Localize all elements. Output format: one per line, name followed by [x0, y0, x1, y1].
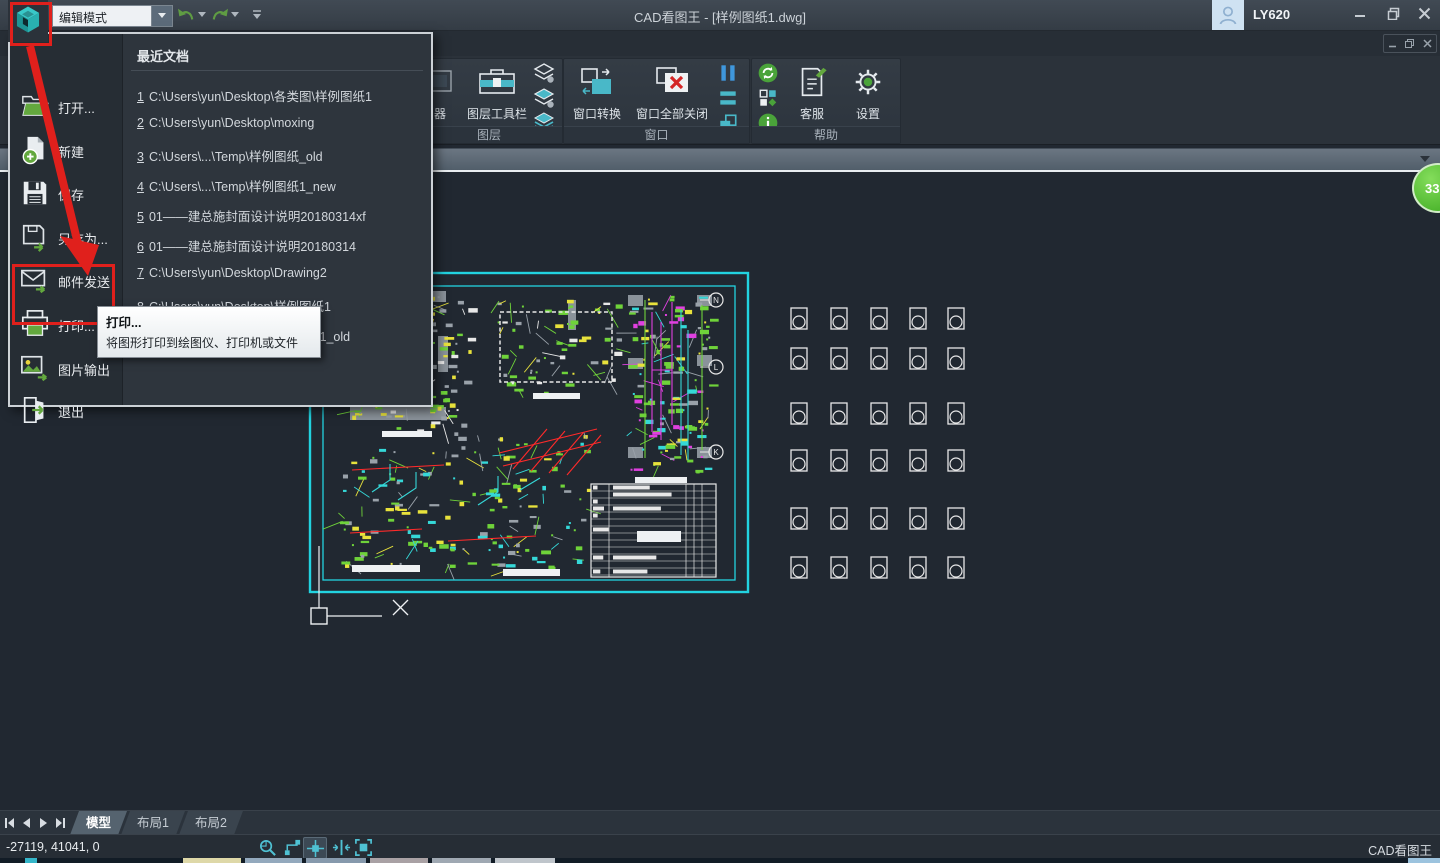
tab-model[interactable]: 模型	[70, 811, 127, 835]
edit-mode-combo[interactable]: 编辑模式	[52, 5, 173, 27]
customer-service-button[interactable]: 客服	[786, 61, 838, 125]
logo-highlight-box	[10, 2, 52, 46]
window-switch-icon	[577, 61, 617, 103]
svg-text:L: L	[714, 363, 719, 372]
snap-tool-icon[interactable]	[330, 837, 352, 857]
layer-toolbar-button[interactable]: 图层工具栏	[462, 61, 532, 125]
close-button[interactable]	[1410, 0, 1438, 26]
taskbar-window-segment	[245, 858, 302, 863]
print-tooltip: 打印... 将图形打印到绘图仪、打印机或文件	[97, 306, 321, 358]
undo-button[interactable]	[176, 7, 196, 23]
minimize-button[interactable]	[1346, 0, 1374, 26]
taskbar-window-segment	[495, 858, 555, 863]
redo-button[interactable]	[210, 7, 230, 23]
recent-doc-item[interactable]: 501——建总施封面设计说明20180314xf	[137, 206, 366, 226]
layer-toolbar-icon	[477, 61, 517, 103]
support-doc-icon	[795, 61, 829, 103]
title-bar: CAD看图王 - [样例图纸1.dwg] 编辑模式 LY620	[0, 0, 1440, 31]
tooltip-description: 将图形打印到绘图仪、打印机或文件	[106, 334, 312, 351]
settings-button[interactable]: 设置	[842, 61, 894, 125]
customize-toolbar-icon[interactable]	[250, 7, 264, 23]
image-export-icon	[20, 353, 52, 385]
zoom-extents-icon[interactable]	[352, 837, 374, 857]
tab-layout1[interactable]: 布局1	[121, 811, 185, 835]
chevron-down-icon[interactable]	[1420, 156, 1430, 163]
status-bar: -27119, 41041, 0 CAD看图王	[0, 834, 1440, 859]
ribbon-group-layers: 器 图层工具栏 图层	[415, 58, 563, 144]
check-update-icon[interactable]	[757, 62, 783, 86]
group-label-help: 帮助	[752, 126, 900, 143]
taskbar-window-segment	[1408, 858, 1440, 863]
tab-layout2[interactable]: 布局2	[179, 811, 243, 835]
layout-tabs: 模型布局1布局2	[76, 811, 243, 835]
window-switch-button[interactable]: 窗口转换	[566, 61, 628, 125]
cursor-coordinates: -27119, 41041, 0	[6, 840, 100, 854]
first-tab-button[interactable]	[2, 816, 17, 830]
taskbar-window-segment	[183, 858, 241, 863]
menu-item-save-as[interactable]: 另存为...	[16, 219, 118, 257]
doc-restore-button[interactable]	[1405, 39, 1414, 48]
recent-documents-header: 最近文档	[137, 46, 189, 65]
application-window: { "titlebar": { "title": "CAD看图王 - [样例图纸…	[0, 0, 1440, 863]
exit-icon	[20, 395, 52, 427]
doc-close-button[interactable]	[1423, 39, 1432, 48]
svg-text:N: N	[713, 296, 719, 305]
recent-doc-item[interactable]: 7C:\Users\yun\Desktop\Drawing2	[137, 266, 327, 286]
taskbar-window-segment	[25, 858, 37, 863]
undo-dropdown-icon[interactable]	[196, 7, 208, 23]
layout-tab-bar: 模型布局1布局2	[0, 810, 1440, 835]
edit-mode-value: 编辑模式	[53, 6, 151, 26]
recent-doc-item[interactable]: 1C:\Users\yun\Desktop\各类图\样例图纸1	[137, 86, 372, 106]
prev-tab-button[interactable]	[19, 816, 34, 830]
open-icon	[20, 91, 52, 123]
layer-current-icon[interactable]	[532, 87, 558, 111]
save-icon	[20, 178, 52, 210]
combo-dropdown-button[interactable]	[151, 6, 172, 26]
recent-doc-item[interactable]: 3C:\Users\...\Temp\样例图纸_old	[137, 146, 323, 166]
doc-minimize-button[interactable]	[1388, 39, 1397, 48]
svg-text:K: K	[713, 448, 719, 457]
new-icon	[20, 135, 52, 167]
taskbar-window-segment	[306, 858, 366, 863]
close-all-windows-button[interactable]: 窗口全部关闭	[630, 61, 714, 125]
menu-item-open[interactable]: 打开...	[16, 88, 118, 126]
tile-horizontal-icon[interactable]	[717, 87, 743, 111]
tile-vertical-icon[interactable]	[717, 62, 743, 86]
redo-dropdown-icon[interactable]	[229, 7, 241, 23]
recent-doc-item[interactable]: 2C:\Users\yun\Desktop\moxing	[137, 116, 314, 136]
feature-grid-icon[interactable]	[757, 87, 783, 111]
save-as-icon	[20, 222, 52, 254]
tooltip-title: 打印...	[106, 312, 312, 331]
next-tab-button[interactable]	[36, 816, 51, 830]
ribbon-group-window: 窗口转换 窗口全部关闭 窗口	[563, 58, 750, 144]
ribbon-group-help: 客服 设置 帮助	[751, 58, 901, 144]
document-window-controls	[1383, 34, 1437, 53]
settings-gear-icon	[851, 61, 885, 103]
crosshair-mode-icon[interactable]	[303, 837, 327, 859]
recent-doc-item[interactable]: 601——建总施封面设计说明20180314	[137, 236, 356, 256]
taskbar-window-segment	[432, 858, 491, 863]
username-label[interactable]: LY620	[1253, 0, 1290, 30]
close-all-windows-icon	[652, 61, 692, 103]
os-taskbar-strip	[0, 858, 1440, 863]
group-label-window: 窗口	[564, 126, 749, 143]
restore-button[interactable]	[1379, 0, 1407, 26]
polyline-tool-icon[interactable]	[281, 837, 303, 857]
last-tab-button[interactable]	[53, 816, 68, 830]
menu-item-save[interactable]: 保存	[16, 175, 118, 213]
layer-on-icon[interactable]	[532, 62, 558, 86]
user-avatar[interactable]	[1212, 0, 1244, 30]
recent-doc-item[interactable]: 4C:\Users\...\Temp\样例图纸1_new	[137, 176, 336, 196]
brand-label: CAD看图王	[1368, 840, 1432, 859]
group-label-layers: 图层	[416, 126, 562, 143]
menu-item-new[interactable]: 新建	[16, 132, 118, 170]
zoom-tool-icon[interactable]	[256, 837, 278, 857]
menu-item-exit[interactable]: 退出	[16, 392, 118, 430]
divider	[131, 70, 423, 71]
taskbar-window-segment	[370, 858, 428, 863]
